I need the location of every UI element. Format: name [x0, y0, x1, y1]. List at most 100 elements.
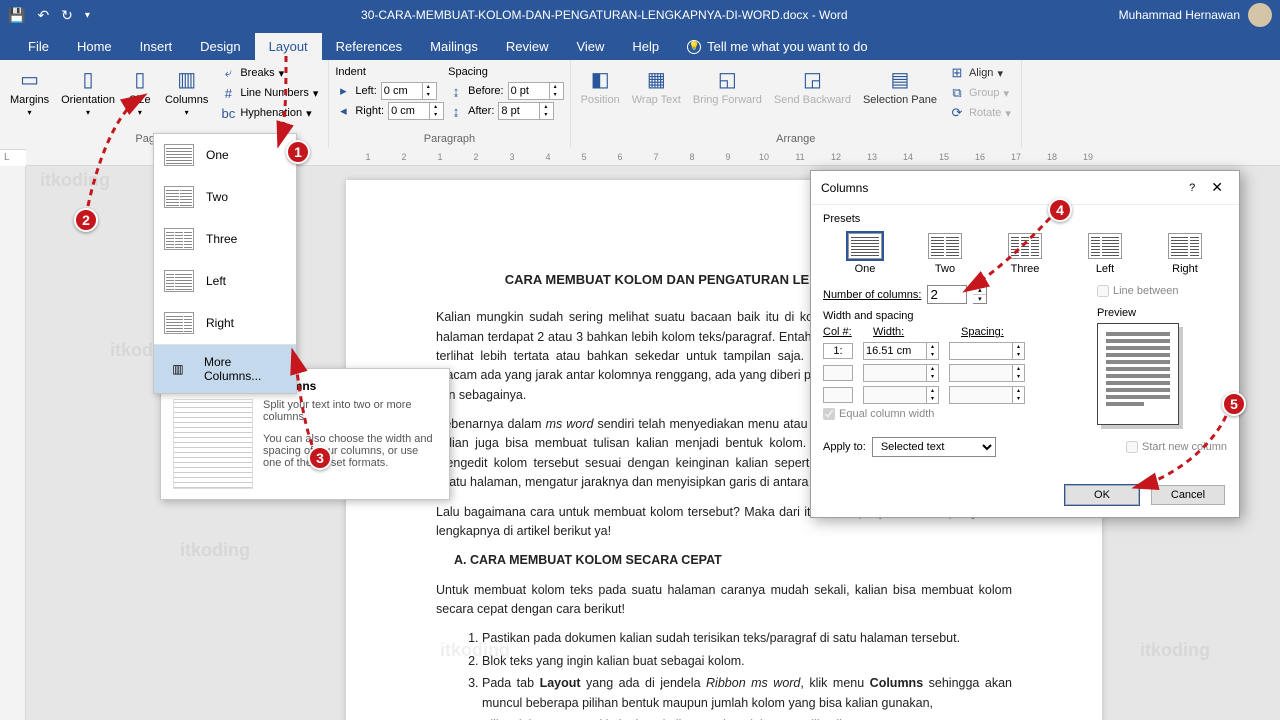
- indent-left-icon: ▸: [335, 83, 351, 99]
- col1-spacing[interactable]: [949, 342, 1013, 360]
- preset-two[interactable]: Two: [913, 233, 977, 275]
- position-button: ◧Position: [577, 64, 624, 131]
- start-new-column-checkbox[interactable]: Start new column: [1126, 441, 1227, 453]
- group-paragraph: Indent ▸Left:▴▾ ◂Right:▴▾ Spacing ↨Befor…: [329, 60, 570, 149]
- list-item: Pastikan pada dokumen kalian sudah teris…: [482, 629, 1012, 648]
- columns-dropdown-menu: One Two Three Left Right ▥More Columns..…: [153, 133, 297, 394]
- indent-left-input[interactable]: ▴▾: [381, 82, 437, 100]
- hyphenation-button[interactable]: bcHyphenation▾: [216, 104, 322, 122]
- breaks-button[interactable]: ⤶Breaks▾: [216, 64, 322, 82]
- dialog-close-icon[interactable]: ✕: [1205, 179, 1229, 196]
- equal-width-checkbox[interactable]: Equal column width: [823, 408, 1077, 420]
- applyto-label: Apply to:: [823, 441, 866, 453]
- numcols-up[interactable]: ▴: [973, 286, 986, 294]
- numcols-input[interactable]: [927, 285, 967, 304]
- sendbackward-button: ◲Send Backward: [770, 64, 855, 131]
- margins-button[interactable]: ▭Margins▾: [6, 64, 53, 131]
- annotation-badge-5: 5: [1222, 392, 1246, 416]
- tab-selector-icon[interactable]: L: [4, 152, 10, 163]
- preset-left[interactable]: Left: [1073, 233, 1137, 275]
- width-header: Width:: [873, 326, 951, 338]
- numcols-down[interactable]: ▾: [973, 294, 986, 303]
- tab-review[interactable]: Review: [492, 33, 563, 60]
- list-item: Blok teks yang ingin kalian buat sebagai…: [482, 652, 1012, 671]
- orientation-button[interactable]: ▯Orientation▾: [57, 64, 119, 131]
- preset-one[interactable]: One: [833, 233, 897, 275]
- tell-me-label: Tell me what you want to do: [707, 39, 867, 54]
- col1-width[interactable]: [863, 342, 927, 360]
- spacing-label: Spacing: [448, 66, 563, 80]
- columns-one[interactable]: One: [154, 134, 296, 176]
- tab-design[interactable]: Design: [186, 33, 254, 60]
- numcols-label: Number of columns:: [823, 289, 921, 301]
- columns-three[interactable]: Three: [154, 218, 296, 260]
- indent-right-input[interactable]: ▴▾: [388, 102, 444, 120]
- ribbon-tab-row: File Home Insert Design Layout Reference…: [0, 30, 1280, 60]
- tab-file[interactable]: File: [14, 33, 63, 60]
- col1-num[interactable]: [823, 343, 853, 359]
- redo-icon[interactable]: ↻: [61, 7, 73, 24]
- applyto-select[interactable]: Selected text: [872, 437, 996, 457]
- spacing-after-icon: ↨: [448, 103, 464, 119]
- columns-button[interactable]: ▥Columns▾: [161, 64, 212, 131]
- preset-three[interactable]: Three: [993, 233, 1057, 275]
- tab-home[interactable]: Home: [63, 33, 126, 60]
- linenumbers-button[interactable]: #Line Numbers▾: [216, 84, 322, 102]
- align-button[interactable]: ⊞Align▾: [945, 64, 1015, 82]
- indent-right-icon: ◂: [335, 103, 351, 119]
- selectionpane-button[interactable]: ▤Selection Pane: [859, 64, 941, 131]
- tab-insert[interactable]: Insert: [126, 33, 187, 60]
- annotation-badge-3: 3: [308, 446, 332, 470]
- columns-right[interactable]: Right: [154, 302, 296, 344]
- ruler-vertical[interactable]: [0, 166, 26, 720]
- spacing-after-input[interactable]: ▴▾: [498, 102, 554, 120]
- indent-label: Indent: [335, 66, 444, 80]
- tab-mailings[interactable]: Mailings: [416, 33, 492, 60]
- tab-references[interactable]: References: [322, 33, 416, 60]
- columns-dialog: Columns ? ✕ Presets One Two Three Left R…: [810, 170, 1240, 518]
- preview-page: [1097, 323, 1179, 425]
- columns-left[interactable]: Left: [154, 260, 296, 302]
- bringforward-button: ◱Bring Forward: [689, 64, 766, 131]
- cancel-button[interactable]: Cancel: [1151, 485, 1225, 505]
- list-item: Klik salah satu sesuai keinginan kalian …: [482, 716, 1012, 720]
- indent-right-label: Right:: [355, 105, 384, 117]
- title-bar: 💾 ↶ ↻ ▾ 30-CARA-MEMBUAT-KOLOM-DAN-PENGAT…: [0, 0, 1280, 30]
- tab-layout[interactable]: Layout: [255, 33, 322, 60]
- tab-help[interactable]: Help: [618, 33, 673, 60]
- col3-width: [863, 386, 927, 404]
- avatar[interactable]: [1248, 3, 1272, 27]
- col3-num: [823, 387, 853, 403]
- line-between-checkbox[interactable]: Line between: [1097, 285, 1227, 297]
- columns-more[interactable]: ▥More Columns...: [154, 345, 296, 393]
- account-username[interactable]: Muhammad Hernawan: [1119, 8, 1240, 22]
- group-arrange: ◧Position ▦Wrap Text ◱Bring Forward ◲Sen…: [571, 60, 1022, 149]
- undo-icon[interactable]: ↶: [37, 7, 49, 24]
- tooltip-text-1: Split your text into two or more columns…: [263, 399, 437, 423]
- spacing-before-input[interactable]: ▴▾: [508, 82, 564, 100]
- size-button[interactable]: ▯Size▾: [123, 64, 157, 131]
- list-item: Pada tab Layout yang ada di jendela Ribb…: [482, 674, 1012, 713]
- lightbulb-icon: 💡: [687, 40, 701, 54]
- dialog-help-icon[interactable]: ?: [1179, 182, 1205, 194]
- ok-button[interactable]: OK: [1065, 485, 1139, 505]
- tooltip-preview-image: [173, 399, 253, 489]
- dialog-title: Columns: [821, 181, 1179, 195]
- tell-me-search[interactable]: 💡 Tell me what you want to do: [673, 33, 881, 60]
- spacing-after-label: After:: [468, 105, 494, 117]
- annotation-badge-1: 1: [286, 140, 310, 164]
- group-objects-button: ⧉Group▾: [945, 84, 1015, 102]
- document-title: 30-CARA-MEMBUAT-KOLOM-DAN-PENGATURAN-LEN…: [90, 8, 1119, 22]
- indent-left-label: Left:: [355, 85, 376, 97]
- col2-width: [863, 364, 927, 382]
- spacing-before-icon: ↨: [448, 83, 464, 99]
- rotate-button: ⟳Rotate▾: [945, 104, 1015, 122]
- presets-label: Presets: [823, 213, 1227, 225]
- col3-spacing: [949, 386, 1013, 404]
- columns-two[interactable]: Two: [154, 176, 296, 218]
- tab-view[interactable]: View: [562, 33, 618, 60]
- preview-label: Preview: [1097, 307, 1227, 319]
- col2-spacing: [949, 364, 1013, 382]
- preset-right[interactable]: Right: [1153, 233, 1217, 275]
- save-icon[interactable]: 💾: [8, 7, 25, 24]
